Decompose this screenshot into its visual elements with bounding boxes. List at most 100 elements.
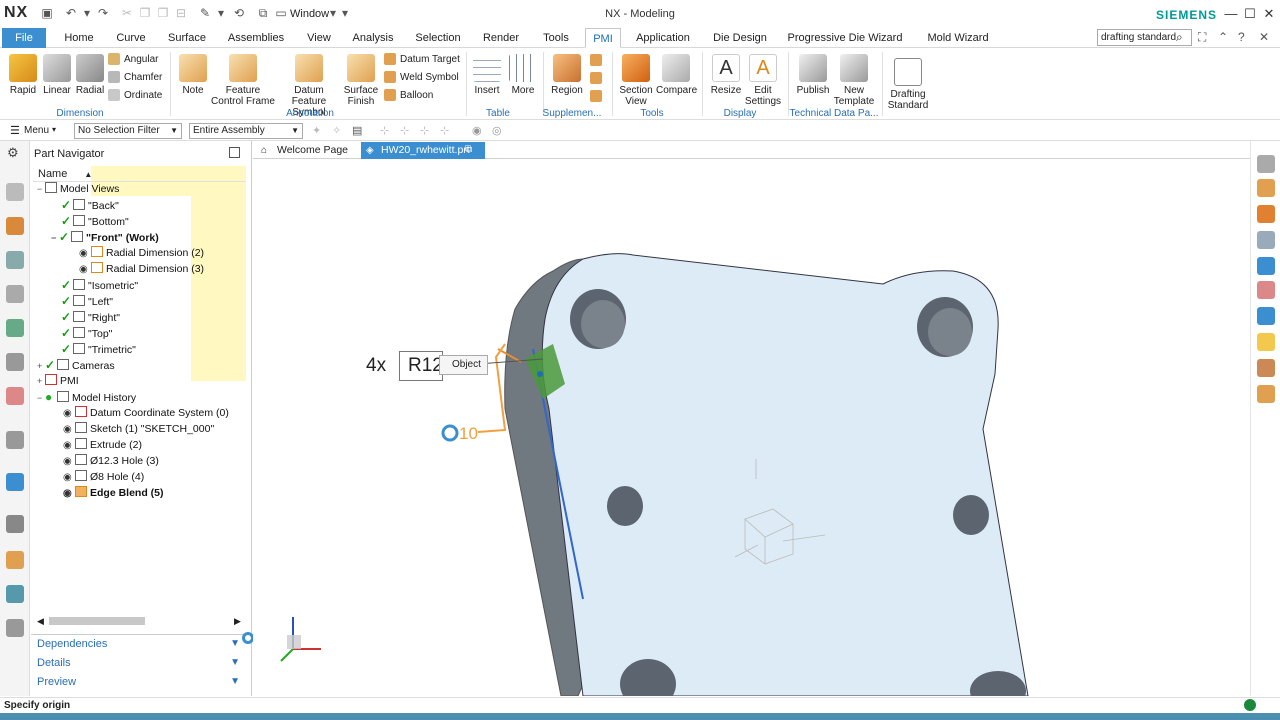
tree-row-model-history[interactable]: − ● Model History bbox=[37, 389, 136, 405]
close-icon[interactable]: ✕ bbox=[1260, 5, 1278, 23]
checkmark-icon[interactable]: ✓ bbox=[61, 293, 73, 309]
close-tab-icon[interactable]: ✕ bbox=[473, 143, 481, 154]
tab-part-file[interactable]: ◈ HW20_rwhewitt.prt ⧉ bbox=[361, 142, 485, 159]
region-button[interactable]: Region bbox=[550, 54, 584, 96]
render-style-icon[interactable] bbox=[1257, 205, 1275, 223]
snap-point-icon[interactable]: ⊹ bbox=[420, 124, 429, 137]
tree-row-radial-dimension-3[interactable]: ◉ Radial Dimension (3) bbox=[79, 261, 204, 277]
collapse-icon[interactable]: − bbox=[37, 390, 45, 406]
menu-button[interactable]: Menu bbox=[24, 125, 49, 136]
snap-view-icon[interactable] bbox=[1257, 155, 1275, 173]
ordinate-button[interactable]: Ordinate bbox=[108, 88, 162, 104]
checkmark-icon[interactable]: ✓ bbox=[61, 213, 73, 229]
help-icon[interactable]: ? bbox=[1238, 30, 1245, 44]
more-button[interactable]: More bbox=[508, 54, 538, 96]
eye-icon[interactable]: ◉ bbox=[79, 246, 91, 262]
expand-icon[interactable]: + bbox=[37, 373, 45, 389]
note-button[interactable]: Note bbox=[176, 54, 210, 96]
tree-row-hole-3[interactable]: ◉ Ø12.3 Hole (3) bbox=[63, 453, 159, 469]
dimension-value-box[interactable]: R12 bbox=[399, 351, 443, 381]
weld-symbol-button[interactable]: Weld Symbol bbox=[384, 70, 459, 86]
analysis-icon[interactable] bbox=[6, 551, 24, 569]
preview-section[interactable]: Preview ▼ bbox=[37, 673, 242, 691]
dimension-count-text[interactable]: 4x bbox=[366, 355, 386, 377]
shop-tools-icon[interactable] bbox=[6, 619, 24, 637]
checkmark-icon[interactable]: ✓ bbox=[61, 197, 73, 213]
tab-selection[interactable]: Selection bbox=[412, 28, 464, 48]
eye-icon[interactable]: ◉ bbox=[63, 454, 75, 470]
hd3d-tools-icon[interactable] bbox=[6, 319, 24, 337]
tree-row-front-work[interactable]: − ✓ "Front" (Work) bbox=[51, 229, 159, 245]
menu-dropdown-icon[interactable]: ▾ bbox=[52, 125, 56, 134]
eye-icon[interactable]: ◉ bbox=[63, 470, 75, 486]
supplemental-small-icon[interactable] bbox=[590, 72, 602, 84]
linear-button[interactable]: Linear bbox=[40, 54, 74, 96]
tree-row-right[interactable]: ✓ "Right" bbox=[61, 309, 120, 325]
shaded-icon[interactable] bbox=[1257, 179, 1275, 197]
eye-icon[interactable]: ◉ bbox=[63, 422, 75, 438]
tree-row-cameras[interactable]: + ✓ Cameras bbox=[37, 357, 115, 373]
search-icon[interactable]: ⌕ bbox=[1176, 30, 1183, 45]
tree-row-isometric[interactable]: ✓ "Isometric" bbox=[61, 277, 138, 293]
tree-row-top[interactable]: ✓ "Top" bbox=[61, 325, 112, 341]
dependencies-section[interactable]: Dependencies ▼ bbox=[37, 635, 242, 653]
tab-application[interactable]: Application bbox=[632, 28, 694, 48]
selection-scope-dropdown[interactable]: Entire Assembly ▼ bbox=[189, 123, 303, 139]
menu-icon[interactable]: ☰ bbox=[10, 124, 20, 137]
tab-mold-wizard[interactable]: Mold Wizard bbox=[918, 28, 998, 48]
supplemental-small-icon[interactable] bbox=[590, 54, 602, 66]
reuse-library-icon[interactable] bbox=[6, 285, 24, 303]
minimize-ribbon-icon[interactable]: ⌃ bbox=[1218, 30, 1228, 44]
details-section[interactable]: Details ▼ bbox=[37, 654, 242, 672]
maximize-icon[interactable]: ☐ bbox=[1241, 5, 1259, 23]
edit-settings-button[interactable]: A Edit Settings bbox=[744, 54, 782, 107]
checkmark-icon[interactable]: ✓ bbox=[61, 341, 73, 357]
tab-assemblies[interactable]: Assemblies bbox=[224, 28, 288, 48]
tab-curve[interactable]: Curve bbox=[112, 28, 150, 48]
new-template-button[interactable]: New Template bbox=[832, 54, 876, 107]
minimize-icon[interactable]: — bbox=[1222, 5, 1240, 23]
drag-handle-icon[interactable] bbox=[441, 424, 459, 442]
tools-icon[interactable] bbox=[6, 585, 24, 603]
drafting-standard-button[interactable]: Drafting Standard bbox=[886, 58, 930, 111]
process-studio-icon[interactable] bbox=[6, 431, 24, 449]
eye-icon[interactable]: ◉ bbox=[79, 262, 91, 278]
tree-row-extrude[interactable]: ◉ Extrude (2) bbox=[63, 437, 142, 453]
roles-icon[interactable] bbox=[6, 473, 24, 491]
web-browser-icon[interactable] bbox=[6, 353, 24, 371]
selection-filter-dropdown[interactable]: No Selection Filter ▼ bbox=[74, 123, 182, 139]
snap-point-icon[interactable]: ⊹ bbox=[380, 124, 389, 137]
resize-button[interactable]: A Resize bbox=[708, 54, 744, 96]
view-icon[interactable]: ◉ bbox=[472, 124, 482, 137]
publish-button[interactable]: Publish bbox=[794, 54, 832, 96]
collapse-icon[interactable]: − bbox=[37, 181, 45, 197]
eye-icon[interactable]: ◉ bbox=[63, 406, 75, 422]
feature-control-frame-button[interactable]: Feature Control Frame bbox=[210, 54, 276, 107]
view-icon[interactable]: ◎ bbox=[492, 124, 502, 137]
tab-file[interactable]: File bbox=[2, 28, 46, 48]
checkmark-icon[interactable]: ✓ bbox=[59, 229, 71, 245]
tab-pmi[interactable]: PMI bbox=[585, 28, 621, 48]
expand-icon[interactable]: + bbox=[37, 358, 45, 374]
tab-render[interactable]: Render bbox=[478, 28, 524, 48]
supplemental-small-icon[interactable] bbox=[590, 90, 602, 102]
tree-row-bottom[interactable]: ✓ "Bottom" bbox=[61, 213, 129, 229]
horizontal-scrollbar[interactable]: ◀ ▶ bbox=[37, 616, 243, 626]
checkmark-icon[interactable]: ✓ bbox=[61, 277, 73, 293]
snap-point-icon[interactable]: ⊹ bbox=[440, 124, 449, 137]
tree-row-back[interactable]: ✓ "Back" bbox=[61, 197, 119, 213]
datum-target-button[interactable]: Datum Target bbox=[384, 52, 460, 68]
constraint-navigator-icon[interactable] bbox=[6, 217, 24, 235]
eye-icon[interactable]: ◉ bbox=[63, 438, 75, 454]
assembly-navigator-icon[interactable] bbox=[6, 183, 24, 201]
tab-welcome-page[interactable]: ⌂ Welcome Page bbox=[257, 142, 357, 159]
section-icon[interactable] bbox=[1257, 257, 1275, 275]
layer-icon[interactable] bbox=[1257, 359, 1275, 377]
tree-row-pmi[interactable]: + PMI bbox=[37, 373, 79, 389]
tree-row-datum-csys[interactable]: ◉ Datum Coordinate System (0) bbox=[63, 405, 229, 421]
diameter-dimension-text[interactable]: 10 bbox=[459, 424, 478, 444]
checkmark-icon[interactable]: ✓ bbox=[61, 309, 73, 325]
graphics-window[interactable]: 4x R12 Object 10 bbox=[253, 159, 1250, 696]
tab-analysis[interactable]: Analysis bbox=[348, 28, 398, 48]
select-icon[interactable]: ▤ bbox=[352, 124, 362, 137]
